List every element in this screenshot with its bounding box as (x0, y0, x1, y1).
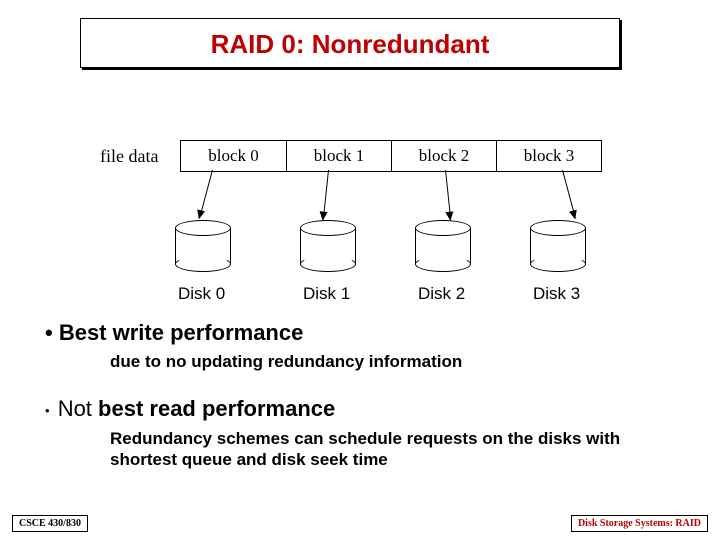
block-cell: block 2 (391, 141, 496, 171)
disk-label: Disk 0 (178, 284, 225, 304)
disk-icon (300, 220, 356, 272)
block-cell: block 1 (286, 141, 391, 171)
disk-label: Disk 1 (303, 284, 350, 304)
block-cell: block 3 (496, 141, 601, 171)
bullet-sub: Redundancy schemes can schedule requests… (110, 428, 665, 471)
disk-label: Disk 3 (533, 284, 580, 304)
arrow-icon (323, 170, 329, 220)
slide-title: RAID 0: Nonredundant (80, 18, 620, 68)
arrow-icon (562, 170, 576, 219)
disk-icon (175, 220, 231, 272)
arrow-icon (445, 170, 451, 220)
disk-icon (530, 220, 586, 272)
footer-course: CSCE 430/830 (12, 515, 88, 532)
bullet-text-bold: best read performance (98, 396, 335, 421)
bullet-sub: due to no updating redundancy informatio… (110, 352, 665, 372)
bullet-text-plain: Not (58, 396, 98, 421)
footer-topic: Disk Storage Systems: RAID (571, 515, 708, 532)
file-data-label: file data (100, 146, 158, 167)
block-cell: block 0 (181, 141, 286, 171)
arrow-icon (199, 170, 213, 219)
disk-icon (415, 220, 471, 272)
file-blocks-row: block 0 block 1 block 2 block 3 (180, 140, 602, 172)
disk-label: Disk 2 (418, 284, 465, 304)
bullet-main: • Not best read performance (45, 396, 665, 422)
bullet-section: • Best write performance due to no updat… (45, 320, 665, 471)
bullet-dot: • (45, 403, 50, 418)
bullet-main: • Best write performance (45, 320, 665, 346)
